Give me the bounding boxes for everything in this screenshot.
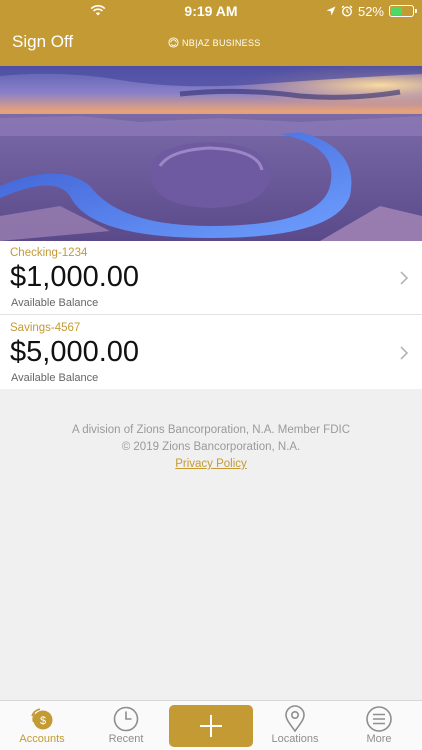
account-row-savings[interactable]: Savings-4567 $5,000.00 Available Balance (0, 316, 422, 390)
disclosure-text: A division of Zions Bancorporation, N.A.… (0, 422, 422, 473)
status-right: 52% (326, 3, 417, 19)
account-name: Checking-1234 (10, 247, 88, 259)
add-button[interactable] (169, 705, 253, 747)
clock-icon (113, 706, 139, 732)
tab-label: Locations (271, 733, 319, 745)
tab-label: Accounts (19, 733, 65, 745)
svg-text:$: $ (40, 715, 46, 727)
tab-recent[interactable]: Recent (84, 701, 168, 750)
tab-bar: $ Accounts Recent Locations More (0, 700, 422, 750)
chevron-right-icon (400, 346, 408, 360)
copyright-line: © 2019 Zions Bancorporation, N.A. (121, 441, 301, 453)
tab-label: More (366, 733, 392, 745)
location-arrow-icon (326, 6, 336, 16)
account-balance: $5,000.00 (10, 336, 140, 368)
chevron-right-icon (400, 271, 408, 285)
account-row-checking[interactable]: Checking-1234 $1,000.00 Available Balanc… (0, 241, 422, 315)
hero-image (0, 66, 422, 241)
brand-logo: NB|AZ BUSINESS (168, 37, 261, 48)
tab-locations[interactable]: Locations (253, 701, 337, 750)
available-balance-label: Available Balance (11, 372, 99, 384)
status-bar: 9:19 AM 52% (0, 0, 422, 22)
available-balance-label: Available Balance (11, 297, 99, 309)
privacy-policy-link[interactable]: Privacy Policy (175, 456, 247, 473)
app-header: 9:19 AM 52% Sign Off NB|AZ BUSINESS (0, 0, 422, 66)
sign-off-button[interactable]: Sign Off (12, 32, 73, 52)
battery-percent: 52% (357, 3, 384, 19)
tab-accounts[interactable]: $ Accounts (0, 701, 84, 750)
fdic-line: A division of Zions Bancorporation, N.A.… (71, 424, 351, 436)
battery-icon (389, 5, 417, 17)
account-balance: $1,000.00 (10, 261, 140, 293)
brand-mark-icon (168, 37, 179, 48)
account-name: Savings-4567 (10, 322, 81, 334)
brand-name: NB|AZ BUSINESS (182, 37, 261, 48)
accounts-list: Checking-1234 $1,000.00 Available Balanc… (0, 241, 422, 389)
menu-icon (366, 706, 392, 732)
plus-icon (200, 715, 222, 737)
tab-more[interactable]: More (337, 701, 421, 750)
tab-label: Recent (108, 733, 144, 745)
alarm-icon (341, 5, 353, 17)
dollar-coin-icon: $ (31, 708, 53, 730)
map-pin-icon (285, 705, 305, 733)
